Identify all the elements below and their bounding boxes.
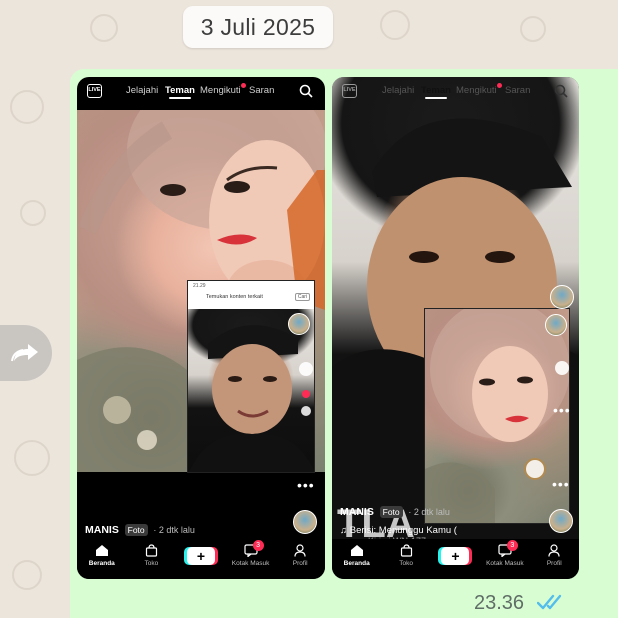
tab-saran[interactable]: Saran <box>249 85 274 96</box>
pip-avatar <box>288 313 310 335</box>
pip-avatar <box>545 314 567 336</box>
nav-kotak-masuk[interactable]: 3 Kotak Masuk <box>231 540 271 567</box>
music-ticker[interactable]: ♫ Berisi: Menunggu Kamu ( <box>340 525 457 536</box>
nav-toko[interactable]: Toko <box>386 544 426 567</box>
more-options-icon[interactable]: ••• <box>552 477 570 491</box>
tab-teman[interactable]: Teman <box>421 85 451 99</box>
nav-create[interactable]: + <box>435 544 475 565</box>
inbox-badge: 3 <box>252 540 264 551</box>
music-avatar[interactable] <box>293 510 317 534</box>
tab-jelajahi[interactable]: Jelajahi <box>126 85 158 96</box>
inbox-badge: 3 <box>506 540 518 551</box>
pip-photo-woman <box>424 308 570 524</box>
tab-jelajahi[interactable]: Jelajahi <box>382 85 414 96</box>
nav-label: Kotak Masuk <box>486 560 524 567</box>
nav-toko[interactable]: Toko <box>131 544 171 567</box>
live-icon[interactable]: LIVE <box>342 84 357 98</box>
nav-profil[interactable]: Profil <box>534 544 574 567</box>
wallpaper-doodle <box>90 14 118 42</box>
notification-dot <box>241 83 246 88</box>
notification-dot <box>497 83 502 88</box>
screenshot-image-right[interactable]: TLA LIVE Jelajahi Teman Mengikuti Saran … <box>332 77 579 579</box>
tab-mengikuti[interactable]: Mengikuti <box>200 85 241 96</box>
heart-icon[interactable] <box>554 361 569 375</box>
post-caption: MANIS Foto · 2 dtk lalu <box>340 506 450 518</box>
tiktok-top-nav: LIVE Jelajahi Teman Mengikuti Saran <box>332 77 579 105</box>
profile-icon <box>294 544 306 557</box>
share-icon[interactable]: ••• <box>553 403 571 417</box>
nav-label: Toko <box>399 560 413 567</box>
bottom-nav: Beranda Toko + 3 Kotak Masuk Profil <box>332 539 579 579</box>
nav-label: Profil <box>292 560 308 567</box>
plus-icon: + <box>441 547 470 565</box>
wallpaper-doodle <box>12 560 42 590</box>
shop-bag-icon <box>400 544 412 557</box>
nav-beranda[interactable]: Beranda <box>82 544 122 567</box>
comment-icon[interactable] <box>301 406 311 416</box>
nav-label: Kotak Masuk <box>231 560 270 567</box>
pip-search-button: Cari <box>294 293 310 301</box>
username[interactable]: MANIS <box>85 524 119 536</box>
time-ago: · 2 dtk lalu <box>153 525 195 535</box>
home-icon <box>95 545 108 556</box>
plus-icon: + <box>186 547 215 565</box>
nav-label: Beranda <box>88 560 115 567</box>
search-icon[interactable] <box>554 84 568 98</box>
creator-avatar[interactable] <box>550 285 574 309</box>
forward-button[interactable] <box>0 325 52 381</box>
profile-icon <box>548 544 560 557</box>
time-ago: · 2 dtk lalu <box>408 507 450 517</box>
username[interactable]: MANIS <box>340 506 374 518</box>
message-time: 23.36 <box>474 592 525 614</box>
forward-icon <box>11 344 38 362</box>
nav-label: Profil <box>546 560 562 567</box>
search-icon[interactable] <box>299 84 313 98</box>
tab-teman[interactable]: Teman <box>165 85 195 99</box>
post-caption: MANIS Foto · 2 dtk lalu <box>85 524 195 536</box>
tab-mengikuti[interactable]: Mengikuti <box>456 85 497 96</box>
screenshot-image-left[interactable]: LIVE Jelajahi Teman Mengikuti Saran 21.2… <box>77 77 325 579</box>
nav-label: Beranda <box>343 560 370 567</box>
heart-icon[interactable] <box>299 362 313 376</box>
shop-bag-icon <box>145 544 157 557</box>
like-icon[interactable] <box>302 390 310 398</box>
side-action-icons <box>299 362 313 416</box>
pip-search-text: Temukan konten terkait <box>206 294 263 300</box>
bottom-nav: Beranda Toko + 3 Kotak Masuk Profil <box>77 539 325 579</box>
nav-kotak-masuk[interactable]: 3 Kotak Masuk <box>485 540 525 567</box>
pip-photo-man <box>188 309 314 472</box>
wallpaper-doodle <box>14 440 50 476</box>
nav-profil[interactable]: Profil <box>280 544 320 567</box>
nav-label: Toko <box>144 560 159 567</box>
pip-screenshot: 21.29 Temukan konten terkait Cari <box>187 280 315 473</box>
home-icon <box>350 545 363 556</box>
live-icon[interactable]: LIVE <box>87 84 102 98</box>
tab-saran[interactable]: Saran <box>505 85 530 96</box>
wallpaper-doodle <box>520 16 546 42</box>
tiktok-top-nav: LIVE Jelajahi Teman Mengikuti Saran <box>77 77 325 105</box>
side-action-icons: ••• <box>553 361 571 417</box>
wallpaper-doodle <box>20 200 46 226</box>
nav-create[interactable]: + <box>181 544 221 565</box>
woman-face-illustration-small <box>425 309 569 523</box>
pip-header: 21.29 Temukan konten terkait Cari <box>188 281 314 309</box>
pip-status-time: 21.29 <box>193 283 206 289</box>
nav-beranda[interactable]: Beranda <box>337 544 377 567</box>
music-avatar[interactable] <box>549 509 573 533</box>
foto-chip: Foto <box>379 506 403 518</box>
date-chip: 3 Juli 2025 <box>183 6 333 48</box>
wallpaper-doodle <box>10 90 44 124</box>
more-options-icon[interactable]: ••• <box>297 478 315 492</box>
foto-chip: Foto <box>124 524 148 536</box>
wallpaper-doodle <box>380 10 410 40</box>
double-check-read-icon <box>537 594 562 610</box>
